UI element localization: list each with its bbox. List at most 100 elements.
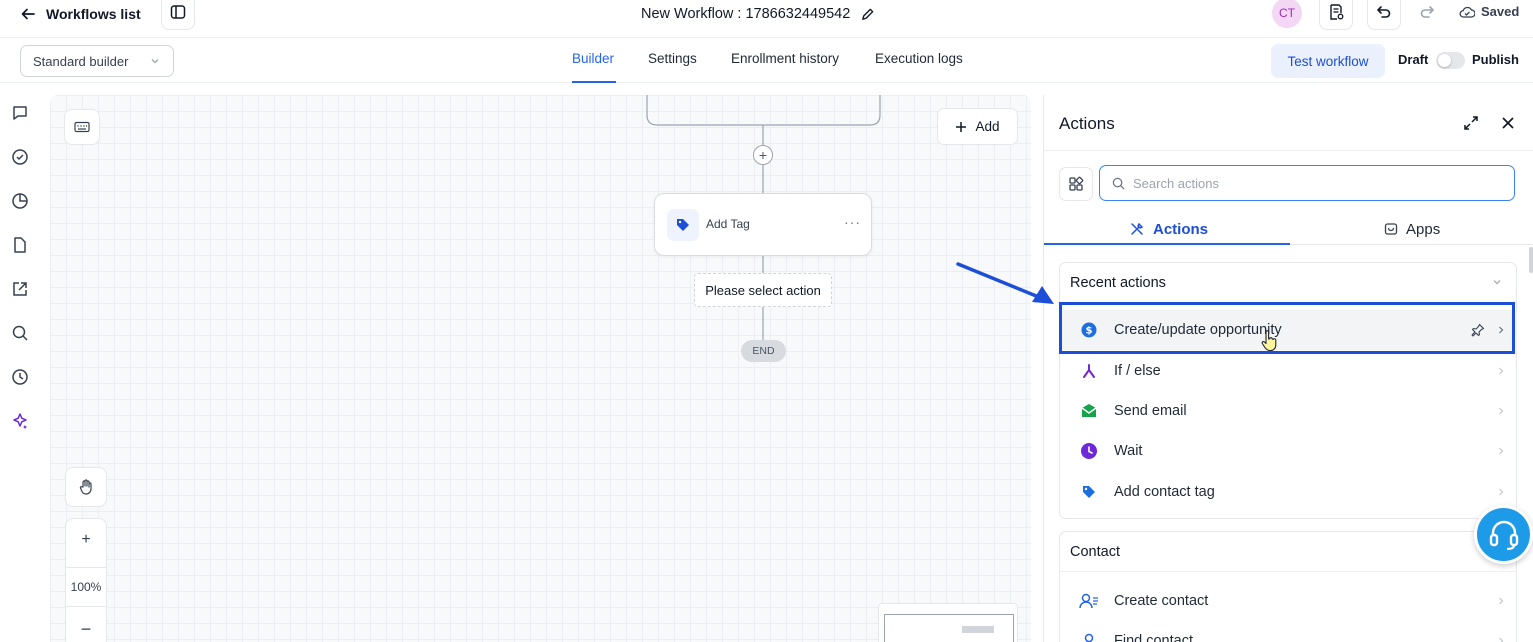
tab-apps[interactable]: Apps: [1384, 217, 1440, 241]
divider: [1060, 571, 1516, 572]
action-item-add-contact-tag[interactable]: Add contact tag: [1061, 472, 1517, 512]
close-icon[interactable]: [1499, 114, 1517, 132]
cloud-check-icon: [1459, 6, 1475, 18]
contact-section: Contact Create contact Find contact: [1059, 531, 1517, 642]
clock-icon: [1078, 440, 1100, 462]
panel-title: Actions: [1059, 114, 1115, 133]
workflow-canvas[interactable]: + Add Add Tag ··· Please select action E…: [50, 95, 1031, 642]
keyboard-shortcuts-button[interactable]: [64, 109, 100, 145]
category-grid-button[interactable]: [1059, 167, 1093, 201]
pan-mode-button[interactable]: [65, 467, 107, 507]
action-label: Create contact: [1114, 593, 1209, 609]
history-icon[interactable]: [11, 368, 29, 386]
saved-label: Saved: [1481, 4, 1520, 19]
top-bar: Workflows list New Workflow : 1786632449…: [0, 0, 1533, 38]
action-item-create-contact[interactable]: Create contact: [1061, 581, 1517, 621]
document-icon[interactable]: [11, 236, 29, 254]
add-step-button[interactable]: +: [753, 145, 773, 165]
chevron-right-icon: [1499, 488, 1504, 496]
arrow-left-icon: [21, 8, 35, 20]
action-label: Wait: [1114, 443, 1143, 459]
save-status: Saved: [1459, 4, 1519, 19]
chevron-right-icon: [1499, 367, 1504, 375]
minimap[interactable]: [878, 603, 1018, 642]
hand-icon: [79, 479, 92, 495]
publish-label: Publish: [1472, 52, 1519, 67]
section-title: Contact: [1070, 544, 1120, 560]
undo-button[interactable]: [1367, 0, 1401, 30]
notes-button[interactable]: [1319, 0, 1353, 30]
panel-scrollbar[interactable]: [1529, 247, 1533, 273]
search-icon: [1112, 177, 1125, 189]
chevron-right-icon: [1499, 637, 1504, 642]
action-item-wait[interactable]: Wait: [1061, 431, 1517, 471]
builder-type-select[interactable]: Standard builder: [20, 45, 174, 77]
search-actions-input[interactable]: [1133, 175, 1493, 191]
action-label: Find contact: [1114, 633, 1193, 642]
sub-bar: Standard builder Builder Settings Enroll…: [0, 39, 1533, 83]
external-link-icon[interactable]: [11, 280, 29, 298]
highlight-annotation: [1059, 302, 1515, 354]
tab-apps-label: Apps: [1406, 220, 1441, 238]
search-icon[interactable]: [11, 324, 29, 342]
redo-icon: [1420, 6, 1434, 18]
select-action-placeholder[interactable]: Please select action: [694, 273, 832, 307]
action-item-if-else[interactable]: If / else: [1061, 351, 1517, 391]
tag-icon: [1078, 481, 1100, 503]
tag-icon: [667, 209, 699, 241]
more-options-icon[interactable]: ···: [844, 214, 861, 230]
grid-icon: [1069, 176, 1084, 191]
node-label: Add Tag: [706, 217, 750, 231]
draft-label: Draft: [1398, 52, 1429, 67]
active-tab-indicator: [572, 81, 616, 83]
add-node-button[interactable]: Add: [937, 108, 1018, 145]
chevron-down-icon: [151, 59, 159, 64]
search-actions-field[interactable]: [1099, 165, 1515, 201]
chevron-right-icon: [1499, 407, 1504, 415]
hand-cursor-icon: [1261, 330, 1277, 352]
tab-enrollment-history[interactable]: Enrollment history: [731, 51, 839, 66]
divider: [1044, 150, 1533, 151]
zoom-out-button[interactable]: −: [66, 614, 106, 642]
tab-actions[interactable]: Actions: [1129, 217, 1208, 241]
pie-chart-icon[interactable]: [11, 192, 29, 210]
tools-icon: [1131, 222, 1144, 235]
sparkle-icon[interactable]: [11, 412, 29, 430]
avatar[interactable]: CT: [1272, 0, 1302, 28]
chevron-right-icon: [1499, 447, 1504, 455]
zoom-in-button[interactable]: +: [66, 519, 106, 561]
section-title: Recent actions: [1070, 275, 1166, 291]
back-to-workflows-link[interactable]: Workflows list: [20, 4, 141, 24]
plus-icon: [956, 121, 967, 132]
tab-settings[interactable]: Settings: [648, 51, 697, 66]
chevron-down-icon[interactable]: [1492, 277, 1502, 287]
workflow-node-add-tag[interactable]: Add Tag ···: [654, 193, 872, 256]
action-item-send-email[interactable]: Send email: [1061, 391, 1517, 431]
headset-icon: [1489, 520, 1518, 550]
workflow-title-text: New Workflow : 1786632449542: [641, 6, 851, 22]
sidebar-icon: [170, 5, 186, 19]
pencil-icon[interactable]: [860, 7, 875, 22]
user-icon: [1078, 630, 1100, 642]
tab-builder[interactable]: Builder: [572, 51, 614, 66]
end-marker: END: [741, 340, 786, 362]
undo-icon: [1377, 6, 1391, 18]
active-panel-tab-indicator: [1044, 243, 1290, 245]
publish-toggle[interactable]: [1436, 52, 1465, 69]
expand-icon[interactable]: [1462, 114, 1480, 132]
branch-icon: [1078, 360, 1100, 382]
workflow-title[interactable]: New Workflow : 1786632449542: [641, 4, 875, 24]
support-chat-button[interactable]: [1474, 505, 1533, 564]
check-circle-icon[interactable]: [11, 148, 29, 166]
action-label: If / else: [1114, 363, 1161, 379]
chat-icon[interactable]: [11, 104, 29, 122]
zoom-level: 100%: [66, 567, 106, 607]
tab-execution-logs[interactable]: Execution logs: [875, 51, 963, 66]
toggle-sidebar-button[interactable]: [161, 0, 195, 30]
actions-panel: Actions Actions Apps Recent actions $ Cr…: [1043, 95, 1533, 642]
zoom-controls: + 100% −: [65, 518, 107, 642]
action-item-find-contact[interactable]: Find contact: [1061, 621, 1517, 642]
test-workflow-button[interactable]: Test workflow: [1271, 44, 1385, 78]
chevron-right-icon: [1499, 597, 1504, 605]
redo-button[interactable]: [1410, 0, 1444, 30]
